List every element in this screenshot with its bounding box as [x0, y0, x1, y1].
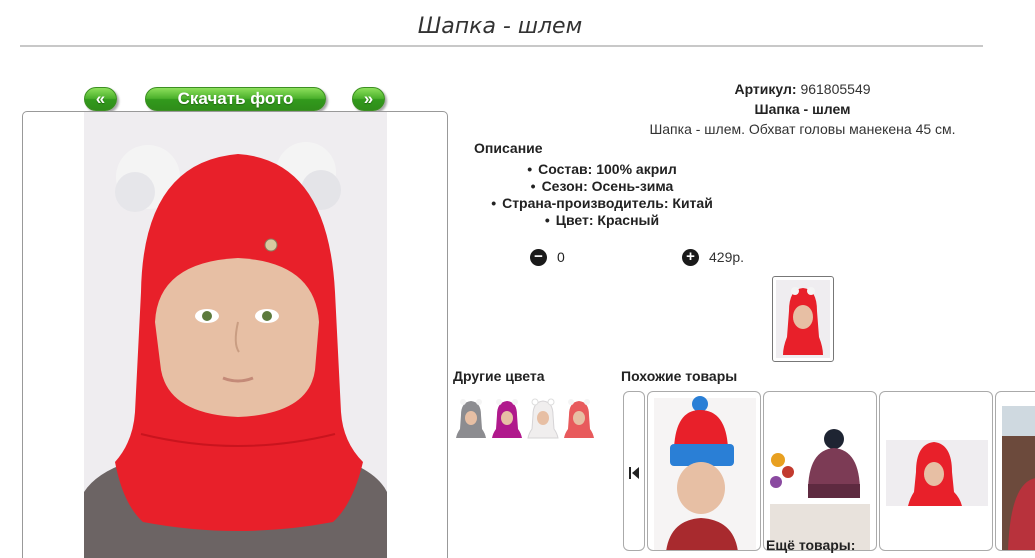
description-heading: Описание	[474, 140, 543, 156]
similar-products-heading: Похожие товары	[621, 368, 738, 384]
next-photo-button[interactable]: »	[352, 87, 385, 111]
product-photo-illustration	[84, 142, 387, 558]
photo-thumbnail[interactable]	[772, 276, 834, 362]
property-composition: Состав: 100% акрил	[456, 161, 748, 178]
color-swatch-white	[527, 398, 559, 439]
similar-product-image	[770, 406, 870, 550]
page-title: Шапка - шлем	[417, 14, 583, 39]
color-swatch-purple	[492, 399, 522, 438]
similar-product-card[interactable]	[763, 391, 877, 551]
color-option-grey[interactable]	[455, 397, 487, 439]
property-season: Сезон: Осень-зима	[456, 178, 748, 195]
product-name: Шапка - шлем	[754, 101, 851, 117]
more-products-label: Ещё товары:	[766, 537, 856, 553]
color-swatch-grey	[456, 399, 486, 438]
quantity-value: 0	[557, 249, 565, 265]
minus-circle-icon[interactable]: −	[530, 249, 547, 266]
plus-circle-icon[interactable]: +	[682, 249, 699, 266]
color-swatch-pink	[564, 399, 594, 438]
skip-back-icon	[629, 467, 639, 479]
main-photo[interactable]	[22, 111, 448, 558]
property-country: Страна-производитель: Китай	[456, 195, 748, 212]
similar-product-card[interactable]	[647, 391, 761, 551]
previous-photo-button[interactable]: «	[84, 87, 117, 111]
title-divider	[20, 45, 983, 47]
article-value: 961805549	[800, 81, 871, 97]
color-option-white[interactable]	[527, 397, 559, 439]
article-row: Артикул: 961805549	[455, 81, 1035, 97]
similar-product-image	[1002, 406, 1035, 550]
product-description: Шапка - шлем. Обхват головы манекена 45 …	[649, 121, 956, 137]
similar-product-image	[654, 396, 756, 550]
price: 429р.	[709, 249, 745, 265]
properties-list: Состав: 100% акрил Сезон: Осень-зима Стр…	[456, 161, 748, 229]
similar-product-card[interactable]	[995, 391, 1035, 551]
other-colors-heading: Другие цвета	[453, 368, 545, 384]
article-label: Артикул:	[734, 81, 797, 97]
color-option-purple[interactable]	[491, 397, 523, 439]
property-color: Цвет: Красный	[456, 212, 748, 229]
similar-product-card[interactable]	[879, 391, 993, 551]
color-option-pink[interactable]	[563, 397, 595, 439]
download-photo-button[interactable]: Скачать фото	[145, 87, 326, 111]
similar-product-image	[886, 440, 988, 506]
thumbnail-image	[776, 280, 830, 358]
carousel-prev-button[interactable]	[623, 391, 645, 551]
